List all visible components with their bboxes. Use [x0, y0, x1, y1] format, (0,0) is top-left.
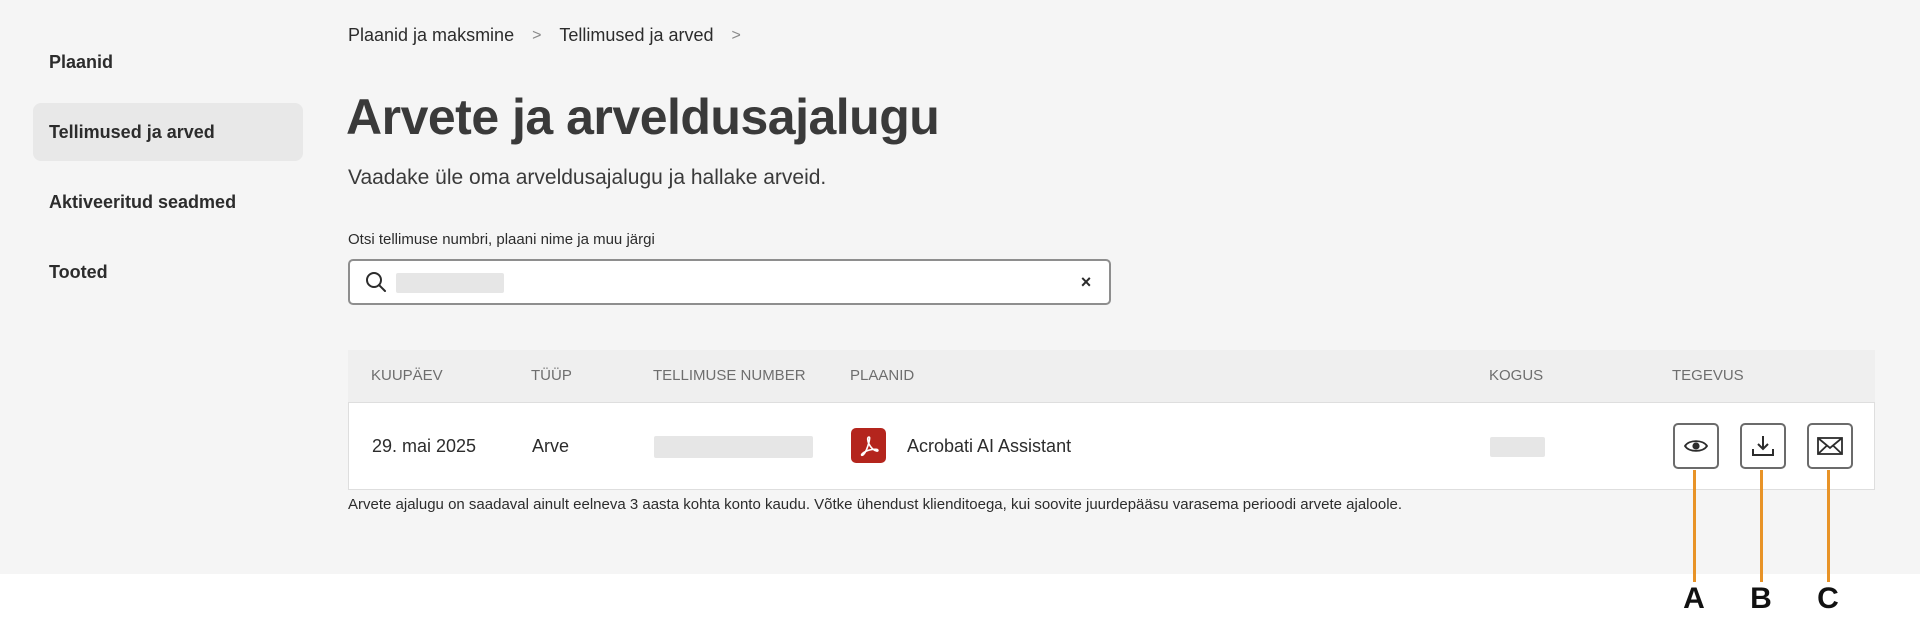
- column-header-kogus[interactable]: KOGUS: [1489, 367, 1543, 384]
- sidebar-nav: Plaanid Tellimused ja arved Aktiveeritud…: [33, 33, 303, 313]
- search-icon: [366, 272, 386, 292]
- close-icon[interactable]: ×: [1075, 271, 1097, 293]
- chevron-right-icon: >: [731, 26, 741, 44]
- acrobat-glyph-icon: [860, 435, 879, 456]
- column-header-tyyp[interactable]: TÜÜP: [531, 367, 572, 384]
- download-icon: [1752, 436, 1774, 456]
- redacted-quantity: [1490, 437, 1545, 457]
- search-label: Otsi tellimuse numbri, plaani nime ja mu…: [348, 231, 655, 248]
- column-header-tellimuse-number[interactable]: TELLIMUSE NUMBER: [653, 367, 806, 384]
- breadcrumb-link-tellimused-ja-arved[interactable]: Tellimused ja arved: [559, 25, 713, 46]
- redacted-order-number: [654, 436, 813, 458]
- row-date: 29. mai 2025: [372, 436, 477, 456]
- eye-icon: [1683, 440, 1709, 452]
- chevron-right-icon: >: [532, 26, 542, 44]
- envelope-icon: [1817, 437, 1843, 455]
- table-row: 29. mai 2025 Arve Acrobati AI Assistant: [348, 402, 1875, 490]
- callout-label-b: B: [1750, 582, 1772, 615]
- sidebar-item-label: Plaanid: [49, 51, 114, 72]
- callout-label-c: C: [1817, 582, 1839, 615]
- row-plan-name: Acrobati AI Assistant: [907, 436, 1072, 456]
- email-invoice-button[interactable]: [1807, 423, 1853, 469]
- callout-line-b: [1760, 470, 1763, 582]
- sidebar-item-label: Tellimused ja arved: [49, 121, 215, 142]
- column-header-kuupaev[interactable]: KUUPÄEV: [371, 367, 443, 384]
- column-header-plaanid[interactable]: PLAANID: [850, 367, 914, 384]
- download-invoice-button[interactable]: [1740, 423, 1786, 469]
- table-header: KUUPÄEV TÜÜP TELLIMUSE NUMBER PLAANID KO…: [348, 350, 1875, 402]
- callout-line-a: [1693, 470, 1696, 582]
- sidebar-item-label: Tooted: [49, 261, 108, 282]
- page-title: Arvete ja arveldusajalugu: [346, 89, 940, 145]
- history-footnote: Arvete ajalugu on saadaval ainult eelnev…: [348, 496, 1403, 513]
- callout-line-c: [1827, 470, 1830, 582]
- row-type: Arve: [532, 436, 570, 456]
- breadcrumb: Plaanid ja maksmine > Tellimused ja arve…: [348, 25, 741, 46]
- page-subtitle: Vaadake üle oma arveldusajalugu ja halla…: [348, 166, 827, 189]
- breadcrumb-link-plaanid-ja-maksmine[interactable]: Plaanid ja maksmine: [348, 25, 514, 46]
- acrobat-pdf-icon: [851, 428, 886, 463]
- sidebar-item-label: Aktiveeritud seadmed: [49, 191, 237, 212]
- sidebar-item-tellimused-ja-arved[interactable]: Tellimused ja arved: [33, 103, 303, 161]
- sidebar-item-aktiveeritud-seadmed[interactable]: Aktiveeritud seadmed: [33, 173, 303, 231]
- redacted-search-text: [396, 273, 504, 293]
- column-header-tegevus: TEGEVUS: [1672, 367, 1744, 384]
- view-invoice-button[interactable]: [1673, 423, 1719, 469]
- sidebar-item-plaanid[interactable]: Plaanid: [33, 33, 303, 91]
- callout-label-a: A: [1683, 582, 1705, 615]
- search-field: ×: [348, 259, 1111, 305]
- sidebar-item-tooted[interactable]: Tooted: [33, 243, 303, 301]
